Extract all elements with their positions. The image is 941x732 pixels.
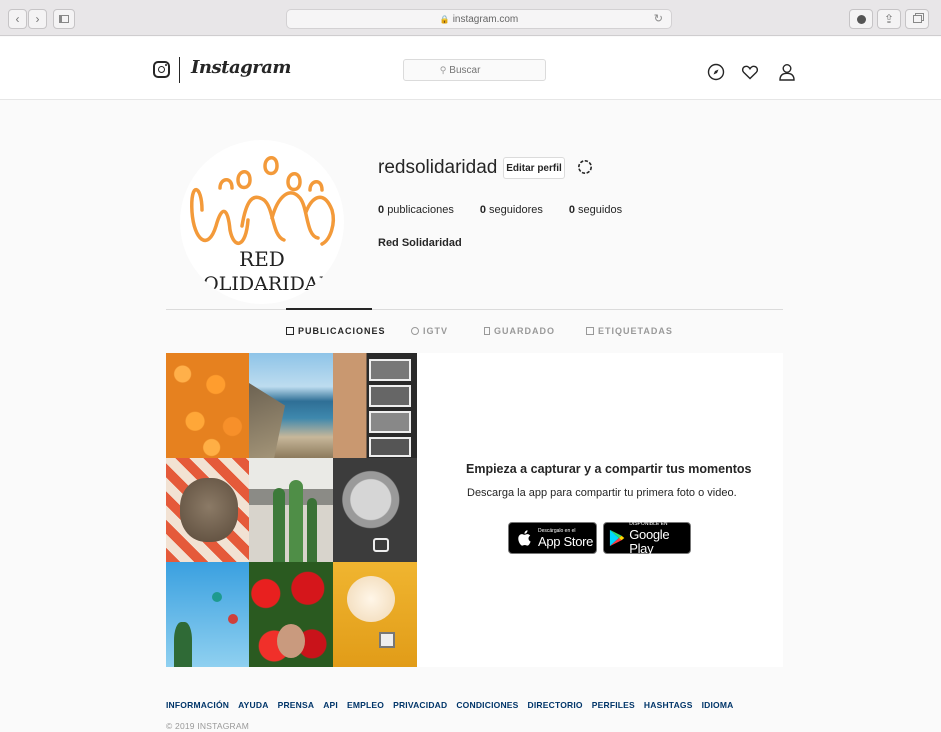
footer-link[interactable]: PRENSA <box>278 700 315 710</box>
profile-username: redsolidaridad <box>378 157 498 178</box>
google-play-icon <box>609 529 625 547</box>
header-divider <box>179 57 180 83</box>
footer-link[interactable]: PRIVACIDAD <box>393 700 447 710</box>
footer-link[interactable]: INFORMACIÓN <box>166 700 229 710</box>
address-bar[interactable]: 🔒 instagram.com ↻ <box>286 9 672 29</box>
posts-count[interactable]: 0 publicaciones <box>378 204 454 216</box>
photo-coast[interactable] <box>249 353 333 458</box>
footer-link[interactable]: API <box>323 700 338 710</box>
settings-gear-icon[interactable] <box>576 158 594 176</box>
address-bar-text: instagram.com <box>452 13 519 25</box>
share-button[interactable]: ⇪ <box>877 9 901 29</box>
following-count[interactable]: 0 seguidos <box>569 204 622 216</box>
promo-title: Empieza a capturar y a compartir tus mom… <box>466 462 752 476</box>
photo-dog[interactable] <box>166 458 249 562</box>
photo-amusement-ride[interactable] <box>166 562 249 667</box>
footer-link[interactable]: AYUDA <box>238 700 268 710</box>
browser-toolbar: ‹ › 🔒 instagram.com ↻ ⇪ <box>0 0 941 36</box>
sidebar-toggle-button[interactable] <box>53 9 75 29</box>
reload-icon[interactable]: ↻ <box>654 12 663 25</box>
search-icon: ⚲ <box>439 64 447 75</box>
avatar-text-line2: SOLIDARIDAD <box>190 273 334 295</box>
photo-flowers[interactable] <box>249 562 333 667</box>
search-box[interactable]: ⚲ <box>403 59 546 81</box>
profile-avatar[interactable]: RED SOLIDARIDAD <box>180 140 344 304</box>
photo-cactus[interactable] <box>249 458 333 562</box>
tab-igtv[interactable]: IGTV <box>411 326 448 336</box>
profile-icon[interactable] <box>778 63 796 81</box>
footer-link[interactable]: PERFILES <box>592 700 635 710</box>
profile-stats: 0 publicaciones 0 seguidores 0 seguidos <box>378 204 622 216</box>
avatar-text-line1: RED <box>239 247 285 271</box>
tab-publicaciones[interactable]: PUBLICACIONES <box>286 326 386 336</box>
photo-cat[interactable] <box>333 562 417 667</box>
heart-icon[interactable] <box>741 63 759 81</box>
copyright-text: © 2019 INSTAGRAM <box>166 721 249 731</box>
footer-link[interactable]: EMPLEO <box>347 700 384 710</box>
tabs-icon <box>912 15 922 23</box>
sidebar-icon <box>59 15 69 23</box>
instagram-camera-icon[interactable] <box>153 61 170 78</box>
edit-profile-button[interactable]: Editar perfil <box>503 157 565 179</box>
footer-link[interactable]: IDIOMA <box>702 700 734 710</box>
search-input[interactable] <box>449 64 510 76</box>
footer-link[interactable]: DIRECTORIO <box>528 700 583 710</box>
photo-oranges[interactable] <box>166 353 249 458</box>
share-icon: ⇪ <box>883 12 895 26</box>
google-play-button[interactable]: DISPONIBLE EN Google Play <box>603 521 691 556</box>
tabs-button[interactable] <box>905 9 929 29</box>
explore-compass-icon[interactable] <box>707 63 725 81</box>
tab-etiquetadas[interactable]: ETIQUETADAS <box>586 326 673 336</box>
profile-full-name: Red Solidaridad <box>378 237 462 249</box>
forward-button[interactable]: › <box>28 9 47 29</box>
instagram-wordmark[interactable]: Instagram <box>191 57 291 78</box>
active-tab-indicator <box>286 308 372 310</box>
footer-link[interactable]: CONDICIONES <box>456 700 518 710</box>
footer-link[interactable]: HASHTAGS <box>644 700 693 710</box>
app-store-big-text: App Store <box>538 533 594 549</box>
tab-guardado[interactable]: GUARDADO <box>484 326 555 336</box>
footer-links: INFORMACIÓN AYUDA PRENSA API EMPLEO PRIV… <box>166 700 734 710</box>
photo-photobooth[interactable] <box>333 353 417 458</box>
app-store-button[interactable]: Descárgalo en el App Store <box>508 522 597 554</box>
back-button[interactable]: ‹ <box>8 9 27 29</box>
tagged-icon <box>586 327 594 335</box>
igtv-icon <box>411 327 419 335</box>
red-solidaridad-logo: RED SOLIDARIDAD <box>190 156 335 295</box>
shield-icon <box>856 14 866 24</box>
photo-baby[interactable] <box>333 458 417 562</box>
lock-icon: 🔒 <box>439 14 450 24</box>
bookmark-icon <box>484 327 490 335</box>
grid-icon <box>286 327 294 335</box>
promo-subtitle: Descarga la app para compartir tu primer… <box>467 487 737 499</box>
instagram-header: Instagram ⚲ <box>0 37 941 100</box>
apple-icon <box>518 530 531 546</box>
followers-count[interactable]: 0 seguidores <box>480 204 543 216</box>
extension-button[interactable] <box>849 9 873 29</box>
tabs-divider <box>166 309 783 310</box>
google-play-big-text: Google Play <box>629 526 670 556</box>
